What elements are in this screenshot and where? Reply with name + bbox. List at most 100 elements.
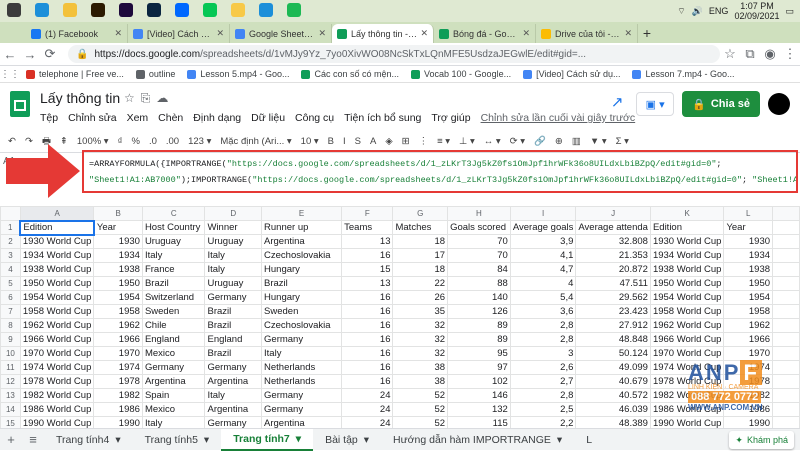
toolbar-button-12[interactable]: B	[328, 136, 334, 147]
close-tab-icon[interactable]: ✕	[318, 28, 326, 39]
cell[interactable]: Spain	[141, 388, 206, 403]
cell[interactable]: France	[141, 262, 206, 277]
cell[interactable]: 47.511	[575, 276, 651, 291]
cell[interactable]: 1958 World Cup	[19, 304, 95, 319]
menu-7[interactable]: Tiện ích bổ sung	[344, 112, 421, 124]
cell[interactable]: Netherlands	[261, 360, 343, 375]
row-header[interactable]: 7	[0, 304, 21, 319]
column-header[interactable]: B	[93, 206, 143, 221]
file-explorer-icon[interactable]	[63, 2, 77, 17]
cell[interactable]: Edition	[19, 219, 95, 236]
close-tab-icon[interactable]: ✕	[624, 28, 632, 39]
cell[interactable]: 1966 World Cup	[649, 332, 725, 347]
cell[interactable]: 32.808	[575, 234, 651, 249]
apps-icon[interactable]: ⋮⋮	[0, 69, 20, 80]
cell[interactable]: 35	[392, 304, 449, 319]
cell[interactable]: Italy	[261, 346, 343, 361]
toolbar-button-21[interactable]: ↔ ▾	[484, 136, 501, 147]
cell[interactable]: Year	[93, 220, 143, 235]
cell[interactable]: Switzerland	[141, 290, 206, 305]
edge-icon[interactable]	[35, 2, 49, 17]
cell[interactable]: Germany	[261, 402, 343, 417]
cell[interactable]: Brazil	[141, 276, 206, 291]
cell[interactable]: 38	[392, 360, 449, 375]
column-header[interactable]: H	[447, 206, 511, 221]
menu-2[interactable]: Xem	[127, 112, 149, 124]
cell[interactable]: Germany	[261, 332, 343, 347]
cell[interactable]: 1930 World Cup	[19, 234, 95, 249]
sheet-tab[interactable]: Trang tính7 ▾	[221, 428, 314, 451]
column-header[interactable]: A	[19, 206, 95, 221]
cell[interactable]: 70	[447, 248, 511, 263]
sheet-tab[interactable]: L	[574, 429, 604, 451]
cell[interactable]: 1938 World Cup	[19, 262, 95, 277]
more-icon[interactable]: ⋮	[780, 46, 800, 62]
cell[interactable]: Argentina	[261, 234, 343, 249]
cell[interactable]: Brazil	[204, 346, 263, 361]
toolbar-button-10[interactable]: Mặc định (Ari... ▾	[220, 136, 291, 147]
cell[interactable]: 48.848	[575, 332, 651, 347]
clock[interactable]: 1:07 PM 02/09/2021	[734, 1, 779, 21]
cell[interactable]: Argentina	[261, 416, 343, 428]
column-header[interactable]	[0, 206, 21, 221]
sheet-tab-dropdown-icon[interactable]: ▾	[204, 434, 209, 446]
cell[interactable]	[772, 262, 800, 277]
notification-icon[interactable]: ▭	[785, 6, 794, 17]
cell[interactable]: Brazil	[204, 318, 263, 333]
bookmark-item[interactable]: Lesson 7.mp4 - Goo...	[632, 69, 735, 79]
volume-icon[interactable]: 🔊	[692, 6, 703, 17]
cell[interactable]: 3,9	[509, 234, 577, 249]
cell[interactable]: Uruguay	[204, 276, 263, 291]
cell[interactable]: Brazil	[261, 276, 343, 291]
cell[interactable]: 1958 World Cup	[649, 304, 725, 319]
cell[interactable]	[772, 332, 800, 347]
toolbar-button-24[interactable]: ⊕	[555, 136, 563, 147]
cell[interactable]	[772, 248, 800, 263]
cell[interactable]: 38	[392, 374, 449, 389]
network-icon[interactable]: ⌔	[677, 6, 685, 17]
cell[interactable]: 52	[392, 402, 449, 417]
cell[interactable]: 49.099	[575, 360, 651, 375]
menu-6[interactable]: Công cụ	[295, 112, 334, 124]
cell[interactable]: 16	[341, 248, 394, 263]
windows-icon[interactable]	[7, 2, 21, 17]
sheet-tab-dropdown-icon[interactable]: ▾	[364, 434, 369, 446]
cell[interactable]: 16	[341, 318, 394, 333]
cell[interactable]: 23.423	[575, 304, 651, 319]
column-header[interactable]	[772, 206, 800, 221]
cell[interactable]: 3,6	[509, 304, 577, 319]
browser-tab[interactable]: [Video] Cách sử dụ✕	[128, 24, 230, 43]
cell[interactable]: 21.353	[575, 248, 651, 263]
cell[interactable]: 1934 World Cup	[649, 248, 725, 263]
row-header[interactable]: 1	[0, 220, 21, 235]
cell[interactable]: Matches	[392, 220, 449, 235]
cell[interactable]: Chile	[141, 318, 206, 333]
row-header[interactable]: 6	[0, 290, 21, 305]
cell[interactable]: 1950 World Cup	[649, 276, 725, 291]
cell[interactable]: 18	[392, 234, 449, 249]
browser-tab[interactable]: Drive của tôi - Goo✕	[536, 24, 638, 43]
cell[interactable]: Netherlands	[261, 374, 343, 389]
column-header[interactable]: C	[141, 206, 206, 221]
cell[interactable]: 5,4	[509, 290, 577, 305]
cell[interactable]: Argentina	[204, 402, 263, 417]
sheet-tab[interactable]: Trang tính5 ▾	[133, 429, 222, 451]
cell[interactable]: 15	[341, 262, 394, 277]
cell[interactable]: 1938 World Cup	[649, 262, 725, 277]
bookmark-item[interactable]: Lesson 5.mp4 - Goo...	[187, 69, 289, 79]
cell[interactable]: 29.562	[575, 290, 651, 305]
toolbar-button-9[interactable]: 123 ▾	[188, 136, 211, 147]
cell[interactable]: 48.389	[575, 416, 651, 428]
cell[interactable]: 2,7	[509, 374, 577, 389]
browser-tab[interactable]: (1) Facebook ✕	[26, 24, 128, 43]
row-header[interactable]: 15	[0, 416, 21, 428]
cell[interactable]: 97	[447, 360, 511, 375]
cell[interactable]: 1950	[93, 276, 143, 291]
browser-tab[interactable]: Bóng đá - Google ✕	[434, 24, 536, 43]
cell[interactable]: Brazil	[204, 304, 263, 319]
cell[interactable]: Teams	[341, 220, 394, 235]
column-header[interactable]: G	[392, 206, 449, 221]
zalo-icon[interactable]	[175, 2, 189, 17]
cell[interactable]: 115	[447, 416, 511, 428]
formula-input[interactable]: =ARRAYFORMULA({IMPORTRANGE("https://docs…	[82, 150, 798, 193]
